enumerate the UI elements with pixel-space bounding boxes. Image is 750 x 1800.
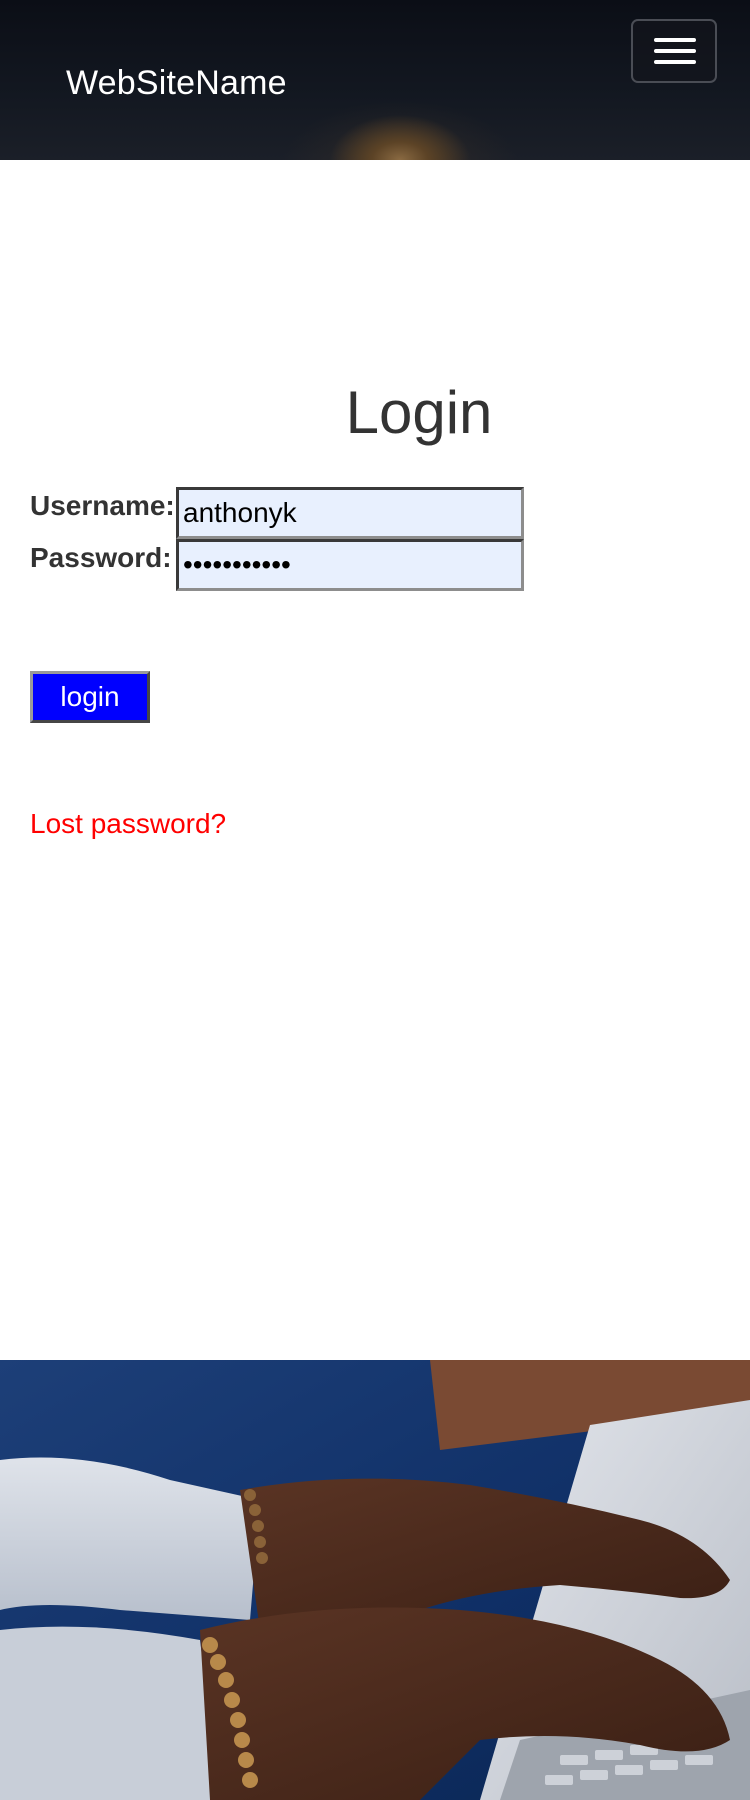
site-header: WebSiteName	[0, 0, 750, 160]
hands-typing-image	[0, 1360, 750, 1800]
password-label: Password:	[30, 542, 172, 573]
password-input[interactable]	[176, 539, 524, 591]
site-name[interactable]: WebSiteName	[66, 64, 287, 103]
page-title: Login	[345, 379, 493, 446]
username-input[interactable]	[176, 487, 524, 539]
lost-password-link[interactable]: Lost password?	[30, 808, 226, 840]
footer-photo	[0, 1360, 750, 1800]
hamburger-menu-icon	[654, 38, 696, 42]
username-label: Username:	[30, 490, 175, 521]
hamburger-menu-icon-bar	[654, 60, 696, 64]
menu-toggle-button[interactable]	[631, 19, 717, 83]
hamburger-menu-icon-bar	[654, 49, 696, 53]
login-button[interactable]: login	[30, 671, 150, 723]
